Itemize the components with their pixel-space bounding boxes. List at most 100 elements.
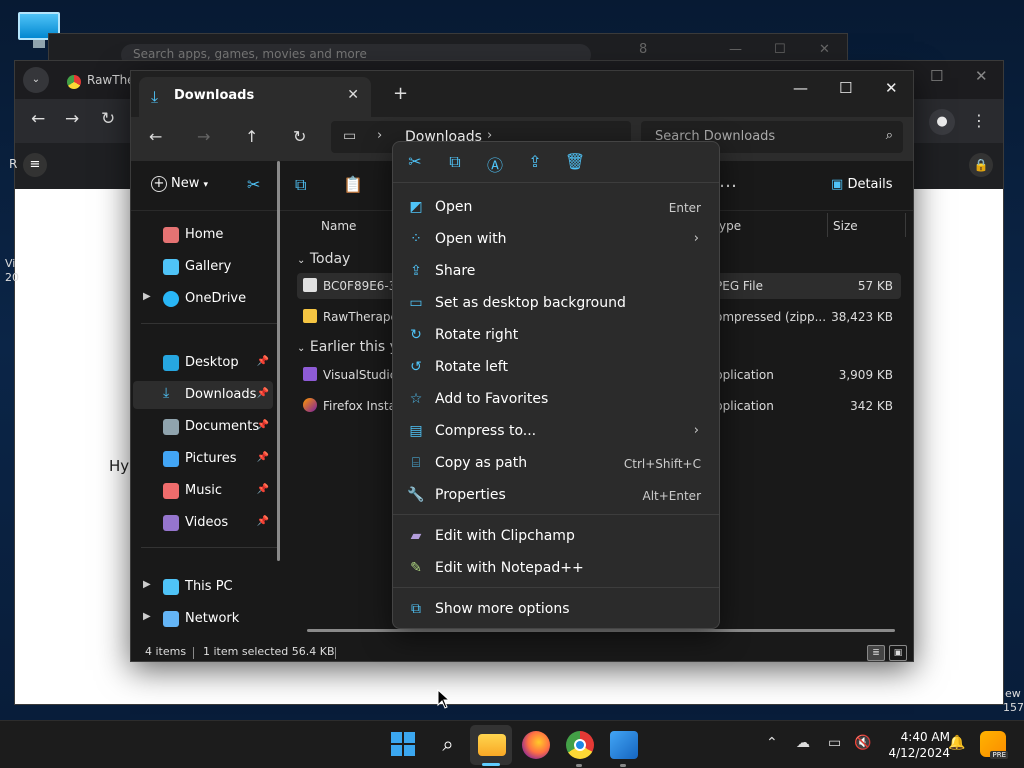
file-size: 342 KB xyxy=(850,399,893,413)
menu-item-compress-to[interactable]: ▤ Compress to... › xyxy=(397,416,715,446)
minimize-icon[interactable]: — xyxy=(729,42,742,57)
chevron-up-icon[interactable]: ⌃ xyxy=(766,735,778,751)
nav-item-this-pc[interactable]: ▶ This PC xyxy=(133,573,273,601)
search-icon[interactable]: ⌕ xyxy=(434,731,462,759)
menu-item-edit-with-clipchamp[interactable]: ▰ Edit with Clipchamp xyxy=(397,521,715,551)
nav-item-home[interactable]: Home xyxy=(133,221,273,249)
close-icon[interactable]: ✕ xyxy=(885,79,898,97)
browser-maximize-icon[interactable]: ☐ xyxy=(930,67,943,85)
group-header-today[interactable]: ⌄ Today xyxy=(297,251,350,267)
column-header-type[interactable]: ype xyxy=(719,219,741,233)
cut-icon[interactable]: ✂ xyxy=(403,152,427,171)
maximize-icon[interactable]: ☐ xyxy=(839,79,852,97)
volume-muted-icon[interactable]: 🔇 xyxy=(854,735,871,751)
menu-item-label: Rotate right xyxy=(435,327,519,343)
column-header-size[interactable]: Size xyxy=(833,219,858,233)
menu-item-properties[interactable]: 🔧 Properties Alt+Enter xyxy=(397,480,715,510)
menu-item-open[interactable]: ◩ Open Enter xyxy=(397,192,715,222)
nav-item-onedrive[interactable]: ▶ OneDrive xyxy=(133,285,273,313)
tiles-view-icon[interactable]: ▣ xyxy=(889,645,907,661)
details-button[interactable]: ▣ Details xyxy=(831,177,893,192)
search-icon: ⌕ xyxy=(885,128,893,143)
forward-icon[interactable]: → xyxy=(197,127,210,146)
tab-search-button[interactable]: ⌄ xyxy=(23,67,49,93)
apps-icon: ⁘ xyxy=(410,231,422,247)
cut-icon[interactable]: ✂ xyxy=(247,175,260,194)
up-icon[interactable]: ↑ xyxy=(245,127,258,146)
column-header-name[interactable]: Name xyxy=(321,219,356,233)
star-icon: ☆ xyxy=(409,391,423,407)
chrome-icon[interactable] xyxy=(566,731,594,759)
menu-item-rotate-left[interactable]: ↺ Rotate left xyxy=(397,352,715,382)
delete-icon[interactable]: 🗑 xyxy=(563,152,587,171)
share-icon[interactable]: ⇪ xyxy=(523,152,547,171)
copy-icon[interactable]: ⧉ xyxy=(443,152,467,172)
nav-item-pictures[interactable]: Pictures 📌 xyxy=(133,445,273,473)
nav-item-videos[interactable]: Videos 📌 xyxy=(133,509,273,537)
profile-avatar-icon[interactable]: ● xyxy=(929,109,955,135)
explorer-tab-downloads[interactable]: ⤓ Downloads ✕ xyxy=(139,77,371,117)
menu-item-copy-as-path[interactable]: ⌸ Copy as path Ctrl+Shift+C xyxy=(397,448,715,478)
file-name: Firefox Insta xyxy=(323,399,396,413)
chevron-right-icon[interactable]: › xyxy=(377,128,382,143)
copilot-icon[interactable]: PRE xyxy=(980,731,1008,759)
new-tab-icon[interactable]: + xyxy=(393,83,408,104)
mouse-cursor-icon xyxy=(437,689,451,709)
nav-item-music[interactable]: Music 📌 xyxy=(133,477,273,505)
file-explorer-icon[interactable] xyxy=(478,734,506,756)
nav-item-documents[interactable]: Documents 📌 xyxy=(133,413,273,441)
onedrive-offline-icon[interactable]: ☁ xyxy=(796,735,810,751)
chevron-right-icon[interactable]: ▶ xyxy=(143,291,151,302)
visual-studio-icon xyxy=(303,367,317,381)
firefox-icon[interactable] xyxy=(522,731,550,759)
details-view-icon[interactable]: ≣ xyxy=(867,645,885,661)
browser-close-icon[interactable]: ✕ xyxy=(975,67,988,85)
nav-item-downloads[interactable]: ⤓ Downloads 📌 xyxy=(133,381,273,409)
menu-item-label: Set as desktop background xyxy=(435,295,626,311)
chevron-right-icon[interactable]: ▶ xyxy=(143,579,151,590)
tab-close-icon[interactable]: ✕ xyxy=(347,87,359,103)
notification-bell-icon[interactable]: 🔔 xyxy=(948,735,965,751)
nav-item-network[interactable]: ▶ Network xyxy=(133,605,273,633)
menu-item-label: Show more options xyxy=(435,601,570,617)
nav-item-label: Downloads xyxy=(185,387,257,402)
nav-item-gallery[interactable]: Gallery xyxy=(133,253,273,281)
browser-back-icon[interactable]: ← xyxy=(31,109,45,129)
menu-item-rotate-right[interactable]: ↻ Rotate right xyxy=(397,320,715,350)
more-options-icon[interactable]: … xyxy=(719,171,737,192)
minimize-icon[interactable]: — xyxy=(793,79,808,97)
hamburger-menu-icon[interactable]: ≡ xyxy=(23,153,47,177)
menu-item-add-to-favorites[interactable]: ☆ Add to Favorites xyxy=(397,384,715,414)
firefox-icon xyxy=(303,398,317,412)
horizontal-scrollbar[interactable] xyxy=(307,629,895,632)
back-icon[interactable]: ← xyxy=(149,127,162,146)
start-button[interactable] xyxy=(390,731,418,759)
menu-item-share[interactable]: ⇪ Share xyxy=(397,256,715,286)
menu-item-edit-with-notepadpp[interactable]: ✎ Edit with Notepad++ xyxy=(397,553,715,583)
copy-icon[interactable]: ⧉ xyxy=(295,175,306,195)
rename-icon[interactable]: Ⓐ xyxy=(483,152,507,176)
menu-item-set-desktop-background[interactable]: ▭ Set as desktop background xyxy=(397,288,715,318)
browser-reload-icon[interactable]: ↻ xyxy=(101,109,115,129)
home-icon xyxy=(163,227,179,243)
network-icon[interactable]: ▭ xyxy=(828,735,841,751)
system-clock[interactable]: 4:40 AM 4/12/2024 xyxy=(880,729,950,761)
browser-menu-icon[interactable]: ⋮ xyxy=(971,111,987,130)
file-size: 38,423 KB xyxy=(831,310,893,324)
menu-item-open-with[interactable]: ⁘ Open with › xyxy=(397,224,715,254)
nav-scrollbar[interactable] xyxy=(277,161,280,561)
chevron-right-icon[interactable]: ▶ xyxy=(143,611,151,622)
rotate-right-icon: ↻ xyxy=(410,327,422,343)
new-button[interactable]: + New ▾ xyxy=(151,176,208,192)
close-icon[interactable]: ✕ xyxy=(819,42,830,57)
browser-forward-icon[interactable]: → xyxy=(65,109,79,129)
menu-item-show-more-options[interactable]: ⧉ Show more options xyxy=(397,594,715,624)
explorer-titlebar: ⤓ Downloads ✕ + — ☐ ✕ xyxy=(131,71,913,117)
refresh-icon[interactable]: ↻ xyxy=(293,127,306,146)
group-header-earlier[interactable]: ⌄ Earlier this y xyxy=(297,339,398,355)
lock-icon[interactable]: 🔒 xyxy=(969,153,993,177)
store-icon[interactable] xyxy=(610,731,638,759)
maximize-icon[interactable]: ☐ xyxy=(774,42,786,57)
nav-item-desktop[interactable]: Desktop 📌 xyxy=(133,349,273,377)
paste-icon[interactable]: 📋 xyxy=(343,175,363,194)
